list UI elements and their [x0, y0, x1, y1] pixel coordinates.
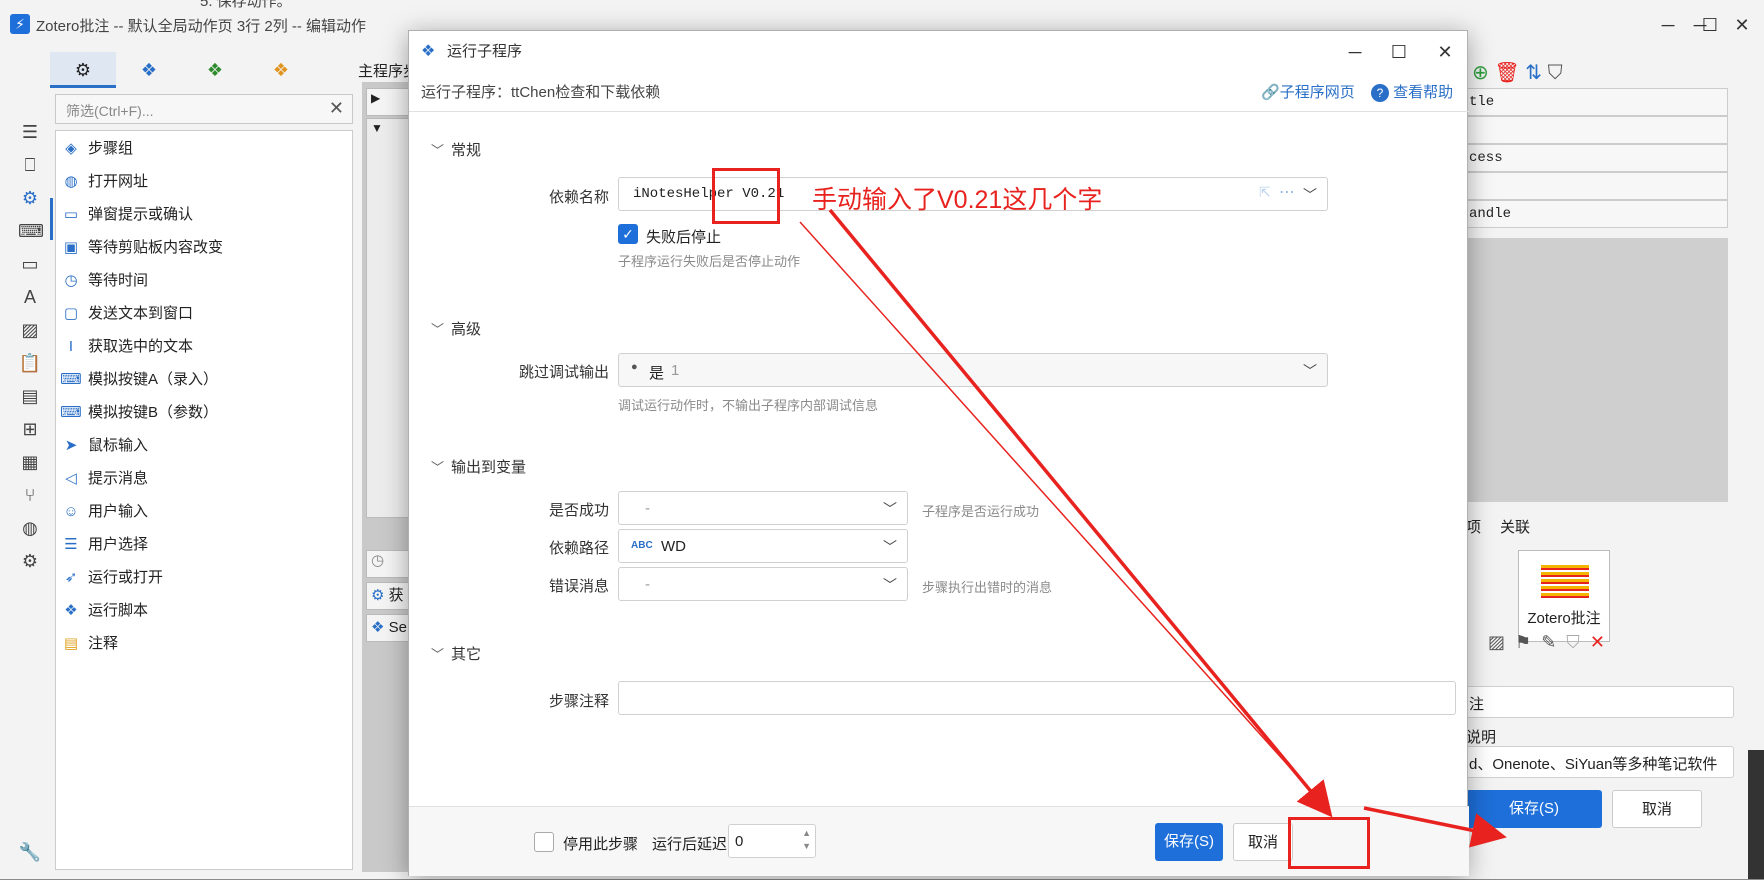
annotation-arrows: [799, 208, 1507, 848]
annotation-arrow-to-right-save: [1363, 806, 1507, 848]
annotation-arrow-to-save: [828, 208, 1333, 818]
annotation-line-thin: [799, 221, 1331, 813]
